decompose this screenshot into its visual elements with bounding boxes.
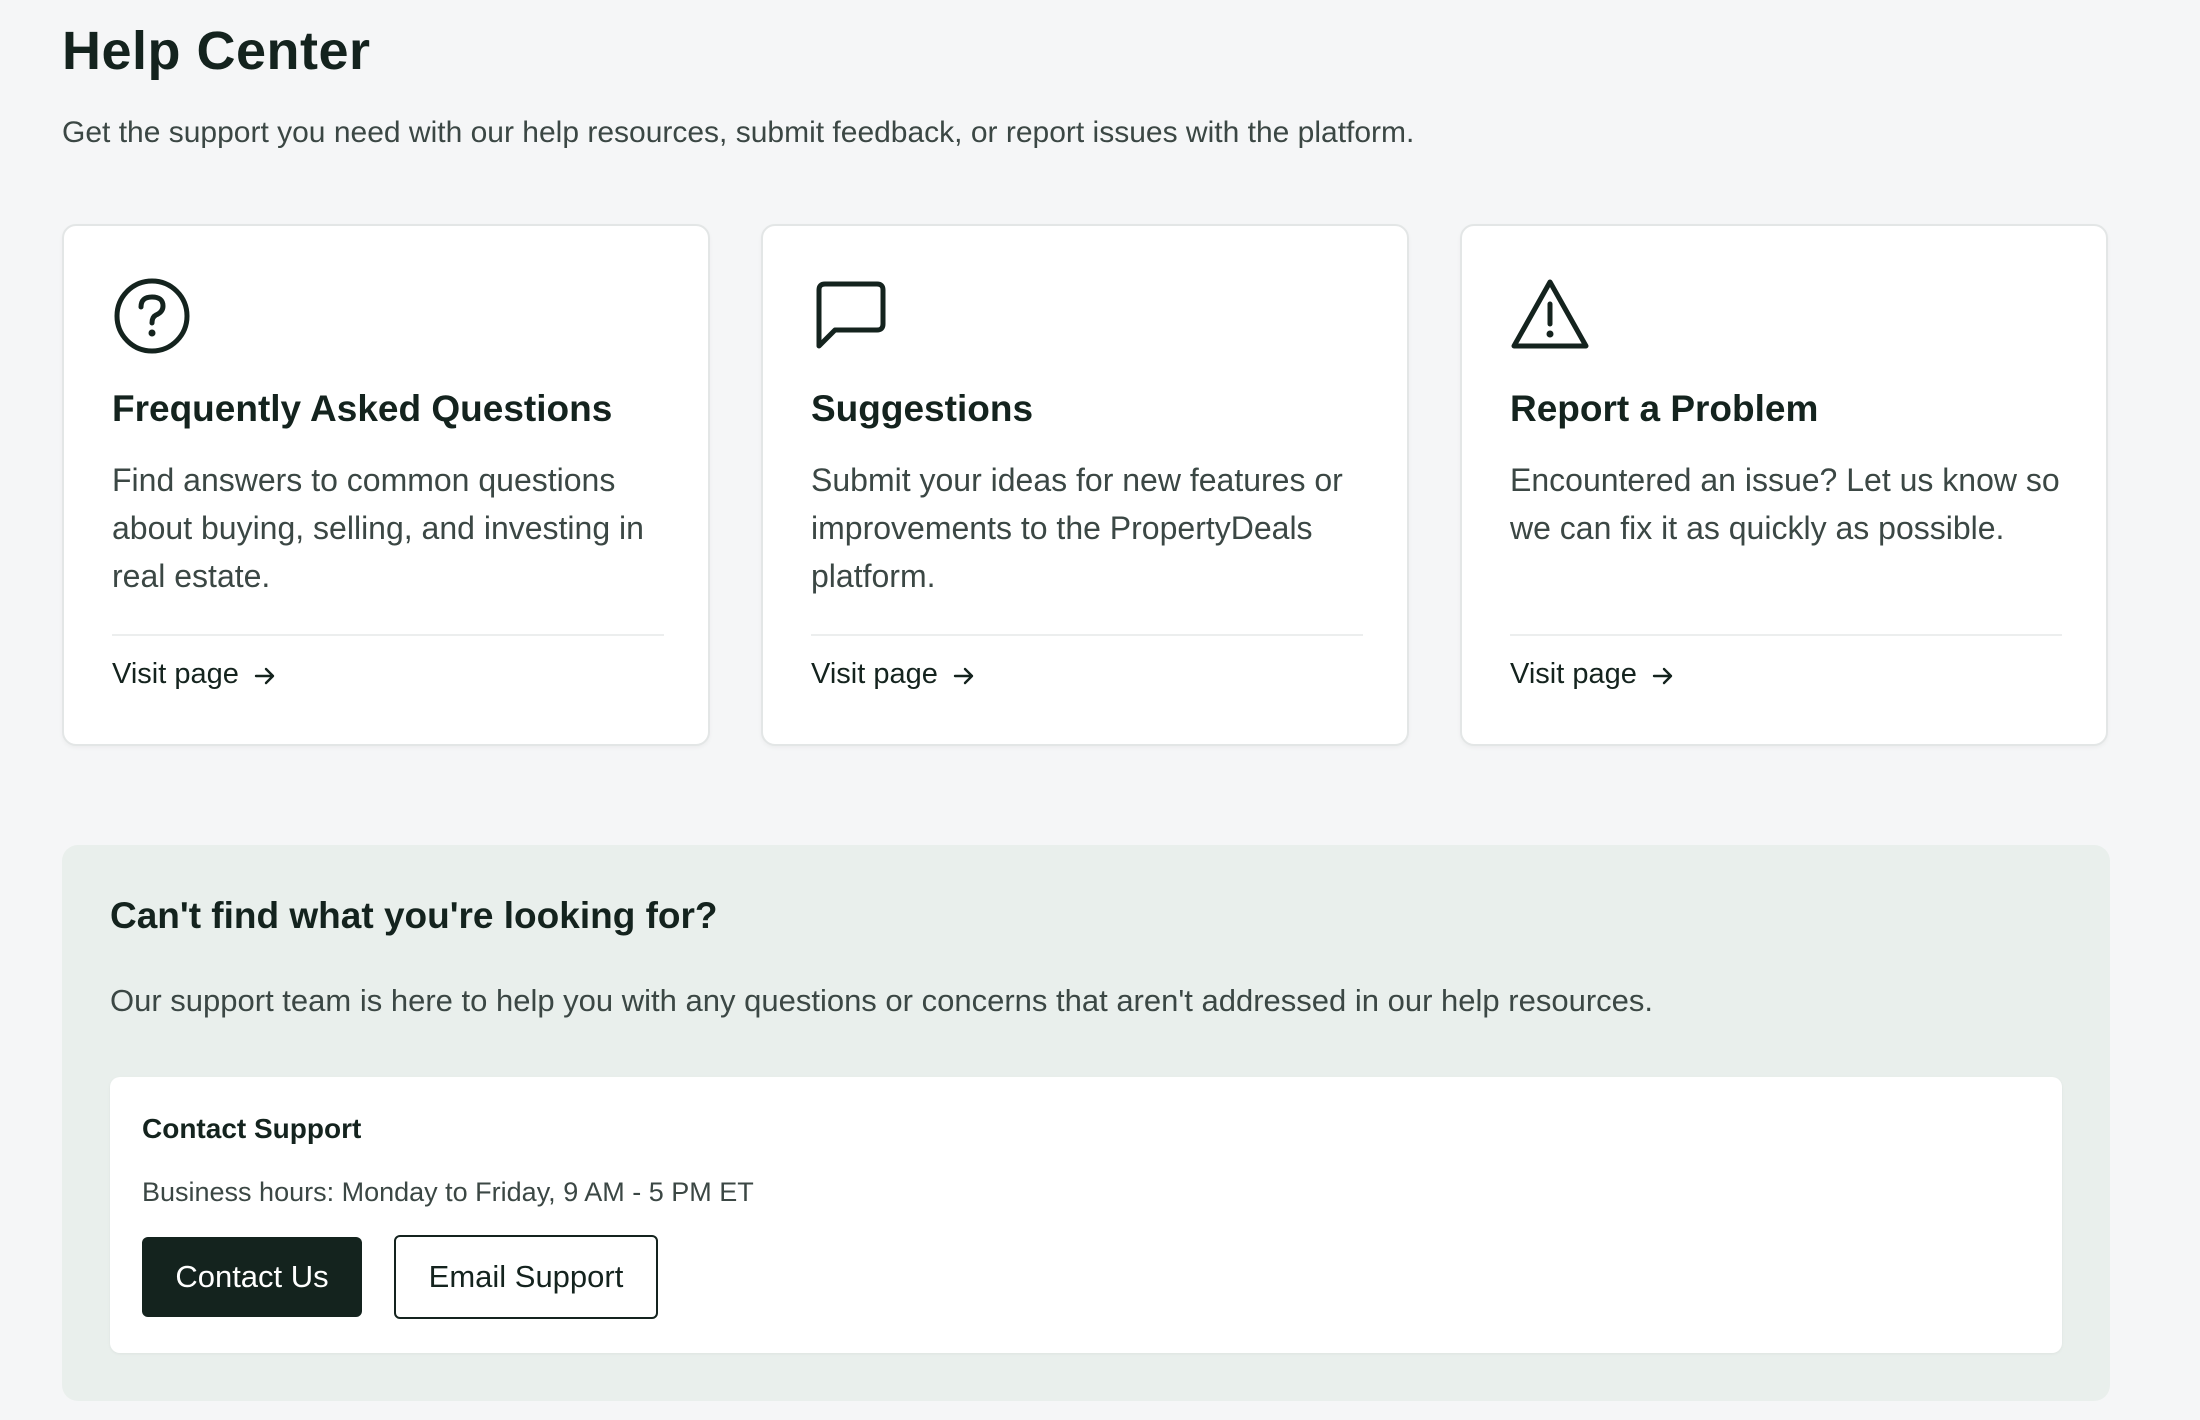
contact-us-button[interactable]: Contact Us <box>142 1237 362 1317</box>
card-divider <box>811 634 1363 636</box>
support-panel-title: Can't find what you're looking for? <box>110 895 718 936</box>
arrow-right-icon <box>952 663 976 687</box>
card-title: Suggestions <box>811 388 1034 429</box>
faq-card: Frequently Asked Questions Find answers … <box>62 224 710 746</box>
question-circle-icon <box>112 276 192 356</box>
email-support-button[interactable]: Email Support <box>394 1235 658 1319</box>
contact-support-title: Contact Support <box>142 1113 362 1144</box>
report-problem-visit-page-link[interactable]: Visit page <box>1510 658 1675 691</box>
support-panel-description: Our support team is here to help you wit… <box>110 983 1653 1018</box>
message-square-icon <box>811 276 891 356</box>
page-subtitle: Get the support you need with our help r… <box>62 116 1415 149</box>
card-title: Report a Problem <box>1510 388 1819 429</box>
suggestions-card: Suggestions Submit your ideas for new fe… <box>761 224 1409 746</box>
arrow-right-icon <box>253 663 277 687</box>
report-problem-card: Report a Problem Encountered an issue? L… <box>1460 224 2108 746</box>
visit-page-label: Visit page <box>1510 658 1637 690</box>
card-description: Submit your ideas for new features or im… <box>811 462 1343 594</box>
suggestions-visit-page-link[interactable]: Visit page <box>811 658 976 691</box>
help-cards: Frequently Asked Questions Find answers … <box>62 224 2110 748</box>
card-description: Encountered an issue? Let us know so we … <box>1510 462 2060 546</box>
arrow-right-icon <box>1651 663 1675 687</box>
card-description: Find answers to common questions about b… <box>112 462 644 594</box>
page-title: Help Center <box>62 21 371 81</box>
faq-visit-page-link[interactable]: Visit page <box>112 658 277 691</box>
card-divider <box>1510 634 2062 636</box>
visit-page-label: Visit page <box>811 658 938 690</box>
card-title: Frequently Asked Questions <box>112 388 613 429</box>
contact-support-box: Contact Support Business hours: Monday t… <box>110 1077 2062 1353</box>
visit-page-label: Visit page <box>112 658 239 690</box>
business-hours: Business hours: Monday to Friday, 9 AM -… <box>142 1177 754 1207</box>
card-divider <box>112 634 664 636</box>
support-panel: Can't find what you're looking for? Our … <box>62 845 2110 1401</box>
warning-triangle-icon <box>1510 276 1590 356</box>
